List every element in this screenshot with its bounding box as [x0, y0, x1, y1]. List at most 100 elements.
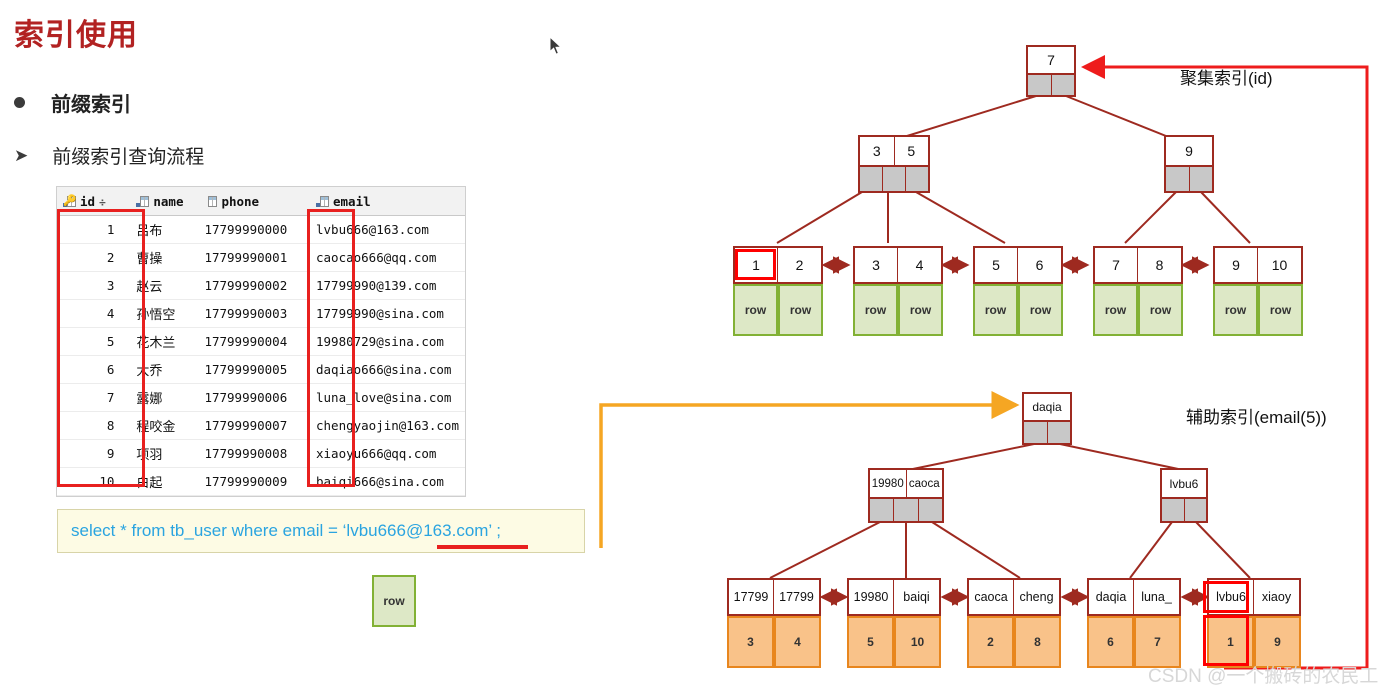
leaf-value: row	[1093, 284, 1138, 336]
leaf-value: 8	[1014, 616, 1061, 668]
leaf-key: daqia	[1089, 580, 1135, 614]
leaf-key: luna_	[1141, 590, 1172, 604]
leaf-key: 19980	[849, 580, 895, 614]
cell-id: 1	[57, 215, 131, 244]
secondary-index-label: 辅助索引(email(5))	[1186, 408, 1327, 427]
leaf-node: caoca cheng 2 8	[967, 578, 1061, 668]
leaf-key: 5	[975, 248, 1019, 282]
node-key: daqia	[1024, 394, 1070, 420]
column-header-email[interactable]: email	[310, 187, 465, 216]
node-key: 3	[860, 137, 895, 165]
cell-email: lvbu666@163.com	[310, 215, 465, 244]
cell-phone: 17799990000	[198, 215, 310, 244]
bullet-label: 前缀索引	[51, 94, 131, 116]
column-header-id[interactable]: 🔑 id ÷	[57, 187, 131, 216]
leaf-value: 2	[967, 616, 1014, 668]
table-row[interactable]: 10 白起 17799990009 baiqi666@sina.com	[57, 467, 465, 496]
table-column-icon	[316, 195, 329, 207]
leaf-node: 1 2 row row	[733, 246, 823, 336]
bullet-item-prefix-index-flow: ➤ 前缀索引查询流程	[14, 142, 204, 169]
row-result-box: row	[372, 575, 416, 627]
column-header-label: email	[333, 193, 371, 209]
leaf-value: row	[973, 284, 1018, 336]
leaf-key: 3	[855, 248, 899, 282]
leaf-key: caoca	[969, 580, 1015, 614]
mouse-cursor-icon	[549, 36, 563, 55]
table-row[interactable]: 4 孙悟空 17799990003 17799990@sina.com	[57, 299, 465, 328]
node-key: 19980	[870, 470, 907, 497]
cell-name: 大乔	[130, 355, 199, 384]
bullet-item-prefix-index: 前缀索引	[14, 88, 131, 117]
cell-id: 2	[57, 243, 131, 272]
cell-phone: 17799990002	[198, 271, 310, 300]
leaf-value: row	[1258, 284, 1303, 336]
table-row[interactable]: 8 程咬金 17799990007 chengyaojin@163.com	[57, 411, 465, 440]
page-title: 索引使用	[14, 19, 138, 52]
leaf-value: 5	[847, 616, 894, 668]
cell-phone: 17799990006	[198, 383, 310, 412]
table-header-row: 🔑 id ÷ name phone email	[57, 187, 465, 216]
leaf-node: 7 8 row row	[1093, 246, 1183, 336]
table-row[interactable]: 9 项羽 17799990008 xiaoyu666@qq.com	[57, 439, 465, 468]
leaf-node: 5 6 row row	[973, 246, 1063, 336]
leaf-key: 7	[1095, 248, 1139, 282]
cell-phone: 17799990005	[198, 355, 310, 384]
cell-email: 19980729@sina.com	[310, 327, 465, 356]
user-data-table: 🔑 id ÷ name phone email 1 吕布 17799990000…	[56, 186, 466, 497]
leaf-key: 4	[915, 257, 924, 273]
leaf-key: 17799	[729, 580, 775, 614]
table-row[interactable]: 5 花木兰 17799990004 19980729@sina.com	[57, 327, 465, 356]
leaf-key: lvbu6	[1209, 580, 1255, 614]
node-key: lvbu6	[1162, 470, 1206, 497]
leaf-node: 17799 17799 3 4	[727, 578, 821, 668]
cell-name: 赵云	[130, 271, 199, 300]
table-row[interactable]: 2 曹操 17799990001 caocao666@qq.com	[57, 243, 465, 272]
table-row[interactable]: 3 赵云 17799990002 17799990@139.com	[57, 271, 465, 300]
sql-literal-underline	[437, 545, 528, 549]
leaf-node: daqia luna_ 6 7	[1087, 578, 1181, 668]
leaf-key: 1	[735, 248, 779, 282]
table-row[interactable]: 7 露娜 17799990006 luna_love@sina.com	[57, 383, 465, 412]
node-key: 5	[894, 137, 928, 165]
cell-name: 露娜	[130, 383, 199, 412]
table-row[interactable]: 1 吕布 17799990000 lvbu666@163.com	[57, 215, 465, 244]
clustered-internal-node-left: 3 5	[858, 135, 930, 193]
leaf-value: row	[1138, 284, 1183, 336]
table-row[interactable]: 6 大乔 17799990005 daqiao666@sina.com	[57, 355, 465, 384]
cell-name: 花木兰	[130, 327, 199, 356]
column-header-label: phone	[221, 193, 260, 209]
cell-id: 8	[57, 411, 131, 440]
cell-phone: 17799990009	[198, 467, 310, 496]
leaf-key: 6	[1035, 257, 1044, 273]
column-header-label: name	[153, 193, 184, 209]
leaf-value: row	[1018, 284, 1063, 336]
column-header-label: id	[80, 193, 96, 209]
cell-email: 17799990@sina.com	[310, 299, 465, 328]
cell-id: 6	[57, 355, 131, 384]
cell-email: 17799990@139.com	[310, 271, 465, 300]
cell-name: 曹操	[130, 243, 199, 272]
cell-phone: 17799990003	[198, 299, 310, 328]
cell-phone: 17799990004	[198, 327, 310, 356]
table-column-icon	[136, 195, 150, 207]
bullet-arrow-icon: ➤	[14, 145, 29, 166]
column-header-phone[interactable]: phone	[198, 187, 310, 216]
clustered-index-label: 聚集索引(id)	[1180, 69, 1273, 88]
leaf-value: row	[898, 284, 943, 336]
leaf-node: 3 4 row row	[853, 246, 943, 336]
cell-name: 吕布	[130, 215, 199, 244]
leaf-key: 17799	[779, 590, 814, 604]
table-column-icon	[204, 195, 218, 207]
cell-email: luna_love@sina.com	[310, 383, 465, 412]
sort-indicator-icon[interactable]: ÷	[99, 196, 106, 209]
cell-name: 项羽	[130, 439, 199, 468]
leaf-key: baiqi	[903, 590, 930, 604]
cell-email: caocao666@qq.com	[310, 243, 465, 272]
column-header-name[interactable]: name	[130, 187, 199, 216]
leaf-key: xiaoy	[1261, 590, 1292, 604]
key-column-icon: 🔑	[63, 193, 77, 207]
leaf-value: row	[733, 284, 778, 336]
leaf-node: lvbu6 xiaoy 1 9	[1207, 578, 1301, 668]
cell-id: 7	[57, 383, 131, 412]
cell-id: 10	[57, 467, 131, 496]
